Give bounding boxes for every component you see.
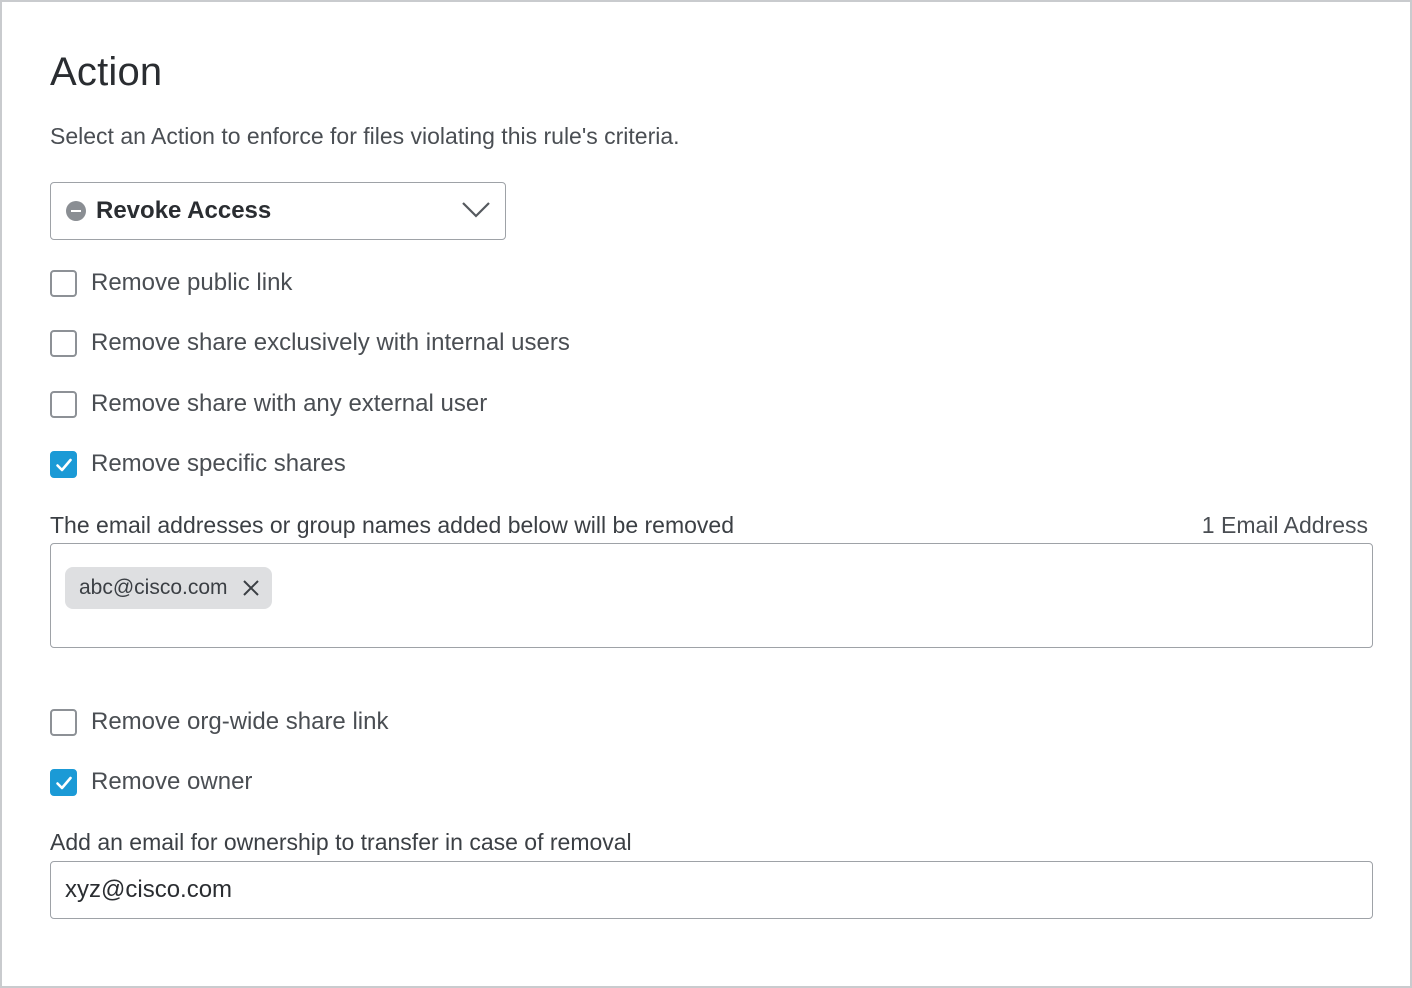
option-remove-external-shares[interactable]: Remove share with any external user <box>50 389 487 419</box>
checkbox[interactable] <box>50 390 77 418</box>
option-label: Remove specific shares <box>91 450 346 477</box>
option-label: Remove owner <box>91 768 253 795</box>
page-subtitle: Select an Action to enforce for files vi… <box>50 123 680 149</box>
option-label: Remove share exclusively with internal u… <box>91 329 570 356</box>
checkbox-checked[interactable] <box>50 450 77 478</box>
checkbox[interactable] <box>50 329 77 357</box>
option-label: Remove share with any external user <box>91 390 488 417</box>
option-remove-public-link[interactable]: Remove public link <box>50 268 292 298</box>
option-remove-org-wide-link[interactable]: Remove org-wide share link <box>50 707 388 737</box>
page-title: Action <box>50 50 163 94</box>
email-tag-input[interactable]: abc@cisco.com <box>50 543 1373 648</box>
option-remove-owner[interactable]: Remove owner <box>50 767 252 797</box>
checkmark-icon <box>56 776 72 789</box>
action-panel: Action Select an Action to enforce for f… <box>0 0 1412 988</box>
action-dropdown[interactable]: Revoke Access <box>50 182 506 240</box>
email-count: 1 Email Address <box>1201 512 1368 538</box>
chevron-down-icon <box>462 202 490 218</box>
owner-email-input[interactable] <box>50 861 1373 919</box>
action-dropdown-value: Revoke Access <box>96 197 272 224</box>
minus-circle-icon <box>66 201 86 221</box>
checkbox[interactable] <box>50 708 77 736</box>
email-chip-label: abc@cisco.com <box>79 576 228 599</box>
checkbox[interactable] <box>50 269 77 297</box>
close-icon[interactable] <box>241 578 261 598</box>
option-remove-specific-shares[interactable]: Remove specific shares <box>50 449 346 479</box>
option-label: Remove public link <box>91 269 293 296</box>
option-label: Remove org-wide share link <box>91 708 389 735</box>
specific-shares-label: The email addresses or group names added… <box>50 512 734 538</box>
checkmark-icon <box>56 458 72 471</box>
email-chip: abc@cisco.com <box>65 567 272 609</box>
option-remove-internal-shares[interactable]: Remove share exclusively with internal u… <box>50 328 570 358</box>
checkbox-checked[interactable] <box>50 768 77 796</box>
owner-transfer-label: Add an email for ownership to transfer i… <box>50 829 632 855</box>
